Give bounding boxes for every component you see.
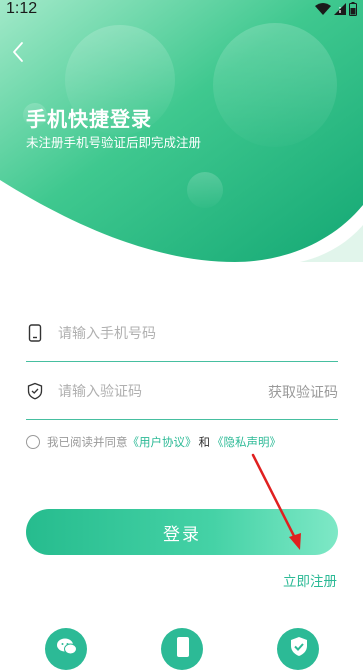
privacy-statement-link[interactable]: 《隐私声明》 [212,434,281,450]
user-agreement-link[interactable]: 《用户协议》 [128,434,197,450]
code-field-row: 获取验证码 [26,362,338,420]
status-icons [315,2,357,16]
phone-field-row [26,304,338,362]
verification-code-input[interactable] [56,378,280,406]
shield-check-icon [291,637,307,656]
social-login-mobile[interactable] [161,628,203,670]
chevron-left-icon [13,42,23,62]
phone-input[interactable] [56,320,280,348]
agreement-row: 我已阅读并同意 《用户协议》 和 《隐私声明》 [26,432,281,452]
login-button[interactable]: 登录 [26,509,338,555]
page-title: 手机快捷登录 [26,107,152,131]
header: 1:12 手机快捷登录 未注册手机号验证后即完成注册 [0,0,363,265]
signal-icon [334,3,346,15]
status-time: 1:12 [6,0,38,17]
mobile-icon [177,637,189,657]
social-login-verify[interactable] [277,628,319,670]
register-link[interactable]: 立即注册 [283,570,337,590]
battery-icon [349,2,357,16]
agreement-and: 和 [198,435,211,449]
social-login-wechat[interactable] [45,628,87,670]
phone-icon [28,324,42,342]
get-code-button[interactable]: 获取验证码 [268,382,338,402]
page-subtitle: 未注册手机号验证后即完成注册 [26,135,202,150]
wechat-icon [57,638,77,655]
back-button[interactable] [8,38,32,66]
shield-icon [27,382,43,400]
agreement-checkbox[interactable] [26,435,40,449]
agreement-prefix: 我已阅读并同意 [47,435,128,449]
wifi-icon [315,3,331,15]
status-bar: 1:12 [0,0,363,24]
